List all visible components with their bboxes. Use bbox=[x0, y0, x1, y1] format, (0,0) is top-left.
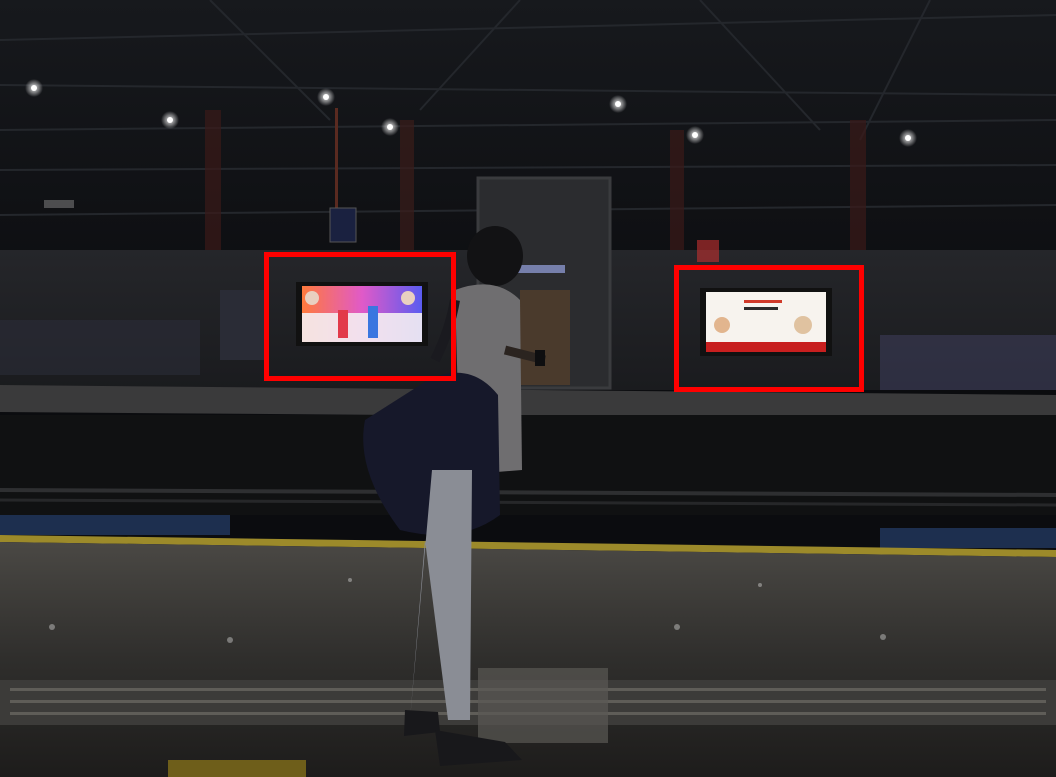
elevator-door bbox=[520, 290, 570, 385]
person-shoe bbox=[404, 710, 440, 736]
red-sign bbox=[697, 240, 719, 262]
wall-light bbox=[44, 200, 74, 208]
platform-marking bbox=[880, 528, 1056, 548]
floor-sign bbox=[168, 760, 306, 777]
metro-platform-photo bbox=[0, 0, 1056, 777]
highlight-box-right bbox=[674, 265, 864, 392]
glass-barrier bbox=[0, 320, 200, 375]
highlight-box-left bbox=[264, 252, 456, 381]
person-head bbox=[467, 226, 523, 286]
sign-pole bbox=[335, 108, 338, 208]
glass-barrier bbox=[880, 335, 1056, 390]
far-kiosk bbox=[220, 290, 265, 360]
tactile-dots bbox=[478, 668, 608, 743]
scene bbox=[0, 0, 1056, 777]
platform-marking bbox=[0, 515, 230, 535]
hanging-sign bbox=[329, 207, 357, 243]
opposite-platform bbox=[0, 385, 1056, 420]
phone bbox=[535, 350, 545, 366]
